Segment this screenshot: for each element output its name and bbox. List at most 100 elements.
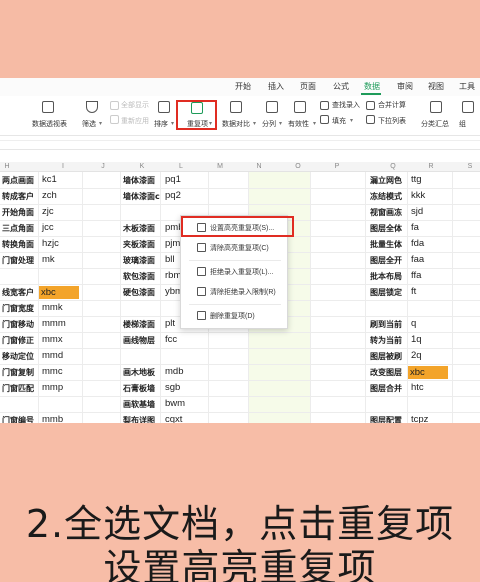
cell-k[interactable]: 木板漆面: [123, 223, 155, 234]
column-header-l[interactable]: L: [176, 163, 186, 170]
cell-k[interactable]: 梨布详图: [123, 415, 155, 423]
menu-formula[interactable]: 公式: [333, 81, 349, 92]
cell-i[interactable]: xbc: [39, 286, 79, 299]
cell-q[interactable]: 图层全体: [370, 223, 402, 234]
cell-q[interactable]: 图层全开: [370, 255, 402, 266]
cell-l[interactable]: sgb: [165, 382, 180, 393]
cell-k[interactable]: 夹板漆面: [123, 239, 155, 250]
cell-l[interactable]: pjm: [165, 238, 180, 249]
cell-l[interactable]: fcc: [165, 334, 177, 345]
cell-i[interactable]: mmx: [42, 334, 63, 345]
cell-h[interactable]: 三点角面: [2, 223, 34, 234]
cell-r[interactable]: fda: [411, 238, 424, 249]
column-header-s[interactable]: S: [465, 163, 475, 170]
cell-l[interactable]: rbm: [165, 270, 181, 281]
cell-i[interactable]: mmk: [42, 302, 63, 313]
cell-h[interactable]: 门窗移动: [2, 319, 34, 330]
menu-home[interactable]: 开始: [235, 81, 251, 92]
cell-q[interactable]: 视窗画冻: [370, 207, 402, 218]
cell-l[interactable]: bll: [165, 254, 175, 265]
menu-item-clear-reject-restriction[interactable]: 清除拒绝录入限制(R): [181, 282, 287, 302]
menu-item-clear-highlight-duplicates[interactable]: 清除高亮重复项(C): [181, 238, 287, 258]
column-header-h[interactable]: H: [2, 163, 12, 170]
cell-q[interactable]: 改变图层: [370, 367, 402, 378]
column-header-r[interactable]: R: [426, 163, 436, 170]
cell-q[interactable]: 漏立网色: [370, 175, 402, 186]
cell-i[interactable]: mk: [42, 254, 55, 265]
cell-h[interactable]: 转换角面: [2, 239, 34, 250]
cell-k[interactable]: 画木地板: [123, 367, 155, 378]
cell-h[interactable]: 转成客户: [2, 191, 34, 202]
menu-view[interactable]: 视图: [428, 81, 444, 92]
cell-l[interactable]: bwm: [165, 398, 185, 409]
cell-r[interactable]: kkk: [411, 190, 425, 201]
menu-data[interactable]: 数据: [364, 81, 380, 92]
column-header-i[interactable]: I: [58, 163, 68, 170]
cell-h[interactable]: 两点画面: [2, 175, 34, 186]
cell-i[interactable]: kc1: [42, 174, 57, 185]
cell-r[interactable]: tcpz: [411, 414, 428, 423]
cell-q[interactable]: 刷到当前: [370, 319, 402, 330]
cell-r[interactable]: q: [411, 318, 416, 329]
cell-i[interactable]: zch: [42, 190, 57, 201]
cell-r[interactable]: 1q: [411, 334, 422, 345]
cell-k[interactable]: 墙体漆面: [123, 175, 155, 186]
cell-l[interactable]: mdb: [165, 366, 183, 377]
cell-h[interactable]: 门窗修正: [2, 335, 34, 346]
cell-k[interactable]: 软包漆面: [123, 271, 155, 282]
cell-i[interactable]: mmm: [42, 318, 66, 329]
cell-k[interactable]: 硬包漆面: [123, 287, 155, 298]
cell-h[interactable]: 门窗宽度: [2, 303, 34, 314]
column-header-o[interactable]: O: [293, 163, 303, 170]
menu-review[interactable]: 审阅: [397, 81, 413, 92]
cell-h[interactable]: 门窗匹配: [2, 383, 34, 394]
cell-r[interactable]: ttg: [411, 174, 422, 185]
cell-i[interactable]: mmp: [42, 382, 63, 393]
cell-k[interactable]: 玻璃漆面: [123, 255, 155, 266]
cell-h[interactable]: 门窗处理: [2, 255, 34, 266]
cell-l[interactable]: pq2: [165, 190, 181, 201]
cell-k[interactable]: 石膏板墙: [123, 383, 155, 394]
cell-i[interactable]: jcc: [42, 222, 54, 233]
cell-q[interactable]: 图层被刷: [370, 351, 402, 362]
cell-q[interactable]: 图层配置: [370, 415, 402, 423]
column-header-m[interactable]: M: [215, 163, 225, 170]
cell-l[interactable]: cqxt: [165, 414, 182, 423]
cell-k[interactable]: 画软基墙: [123, 399, 155, 410]
cell-r[interactable]: xbc: [408, 366, 448, 379]
column-header-k[interactable]: K: [137, 163, 147, 170]
cell-q[interactable]: 图层合并: [370, 383, 402, 394]
cell-k[interactable]: 楼梯漆面: [123, 319, 155, 330]
column-header-q[interactable]: Q: [388, 163, 398, 170]
cell-i[interactable]: mmb: [42, 414, 63, 423]
cell-l[interactable]: plt: [165, 318, 175, 329]
cell-r[interactable]: ffa: [411, 270, 421, 281]
menu-insert[interactable]: 插入: [268, 81, 284, 92]
column-header-n[interactable]: N: [254, 163, 264, 170]
menu-page[interactable]: 页面: [300, 81, 316, 92]
cell-i[interactable]: zjc: [42, 206, 54, 217]
cell-q[interactable]: 转为当前: [370, 335, 402, 346]
cell-r[interactable]: htc: [411, 382, 424, 393]
menu-tools[interactable]: 工具: [459, 81, 475, 92]
cell-k[interactable]: 墙体漆面c: [123, 191, 160, 202]
cell-k[interactable]: 画线物层: [123, 335, 155, 346]
cell-i[interactable]: hzjc: [42, 238, 59, 249]
cell-r[interactable]: sjd: [411, 206, 423, 217]
cell-i[interactable]: mmc: [42, 366, 63, 377]
cell-r[interactable]: 2q: [411, 350, 422, 361]
menu-item-delete-duplicates[interactable]: 删除重复项(D): [181, 306, 287, 326]
cell-r[interactable]: fa: [411, 222, 419, 233]
cell-q[interactable]: 批本布局: [370, 271, 402, 282]
cell-h[interactable]: 线宽客户: [2, 287, 34, 298]
cell-h[interactable]: 开始角面: [2, 207, 34, 218]
cell-h[interactable]: 移动定位: [2, 351, 34, 362]
cell-i[interactable]: mmd: [42, 350, 63, 361]
cell-q[interactable]: 批量生体: [370, 239, 402, 250]
column-header-j[interactable]: J: [98, 163, 108, 170]
column-header-p[interactable]: P: [332, 163, 342, 170]
cell-h[interactable]: 门窗复制: [2, 367, 34, 378]
cell-q[interactable]: 冻结模式: [370, 191, 402, 202]
formula-bar[interactable]: [0, 136, 480, 150]
menu-item-reject-duplicate-entry[interactable]: 拒绝录入重复项(L)...: [181, 262, 287, 282]
